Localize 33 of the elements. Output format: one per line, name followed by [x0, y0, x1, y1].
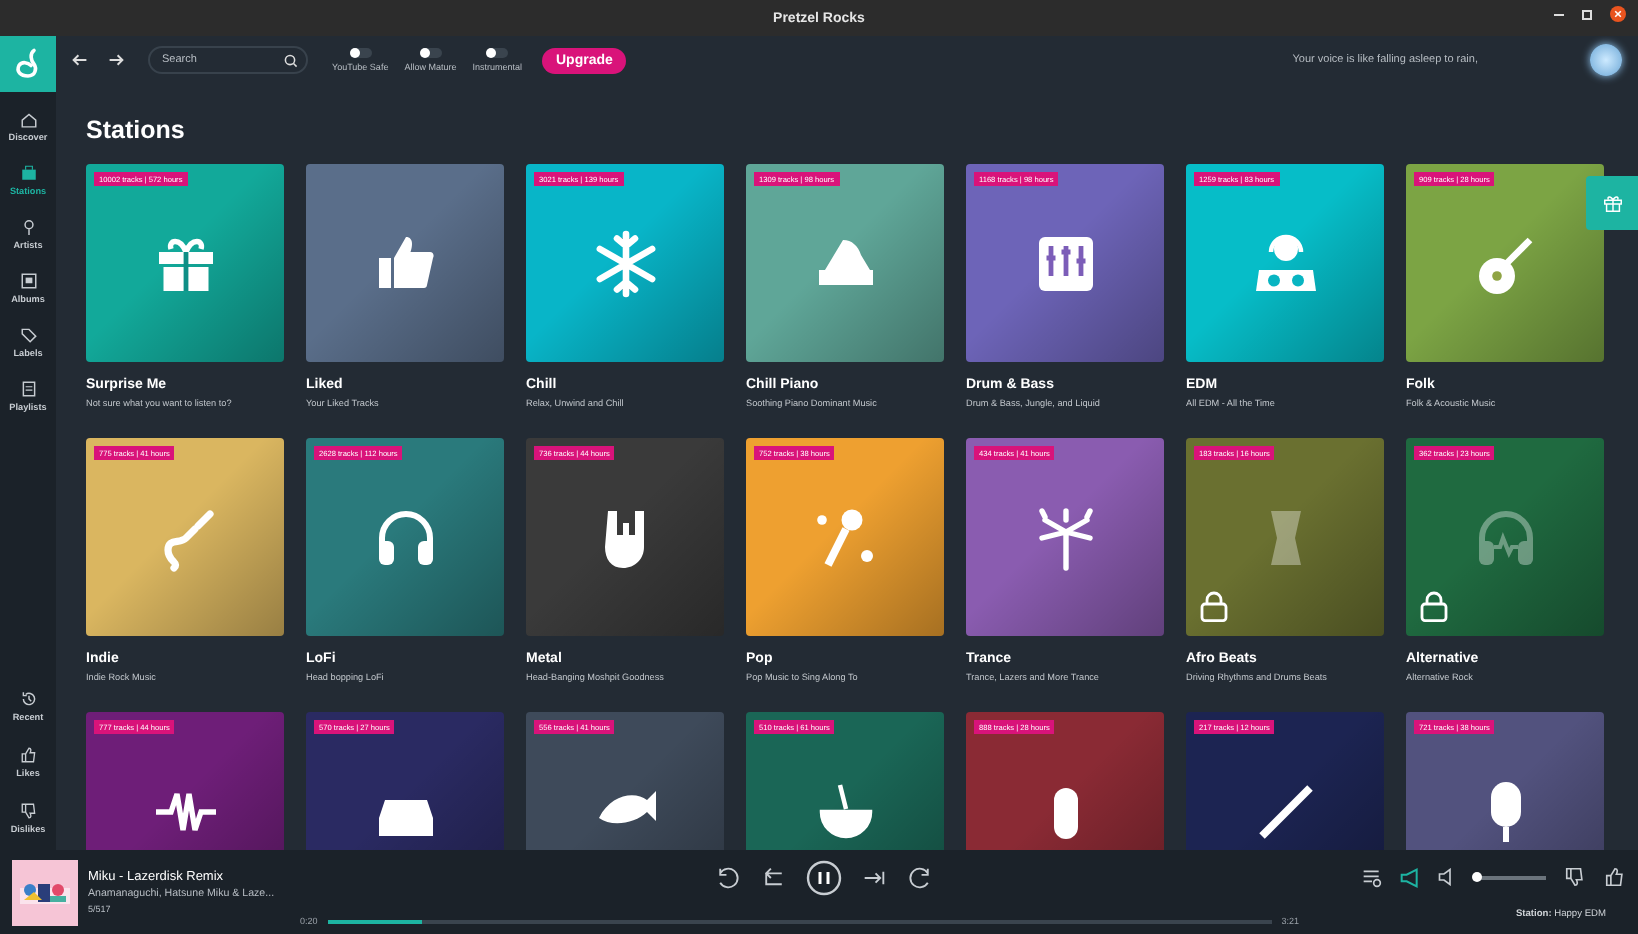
arrow-right-icon	[108, 52, 124, 68]
thumbs-down-icon[interactable]	[1564, 866, 1586, 888]
toggle-switch[interactable]	[486, 48, 509, 58]
album-icon	[19, 272, 37, 290]
thumbs-up-icon	[19, 746, 37, 764]
pause-button[interactable]	[806, 860, 842, 896]
home-icon	[19, 110, 37, 128]
maximize-icon[interactable]	[1582, 9, 1592, 19]
pause-icon	[806, 860, 842, 896]
rewind-button[interactable]	[714, 864, 742, 892]
station-card[interactable]	[306, 164, 504, 362]
briefcase-icon	[19, 164, 37, 182]
thumbs-up-icon[interactable]	[1604, 866, 1626, 888]
megaphone-icon[interactable]	[1400, 867, 1420, 887]
forward-icon	[906, 864, 934, 892]
search-icon	[284, 53, 298, 67]
forward-button[interactable]	[906, 864, 934, 892]
close-icon[interactable]	[1610, 6, 1626, 22]
gift-icon	[1601, 192, 1623, 214]
queue-icon[interactable]	[1362, 867, 1382, 887]
arrow-left-icon	[72, 52, 88, 68]
toggle-switch[interactable]	[419, 48, 442, 58]
lock-icon	[1200, 590, 1228, 622]
volume-icon[interactable]	[1438, 868, 1456, 886]
history-icon	[19, 690, 37, 708]
list-icon	[19, 380, 37, 398]
avatar[interactable]	[1590, 44, 1622, 76]
lock-icon	[1420, 590, 1448, 622]
tag-icon	[19, 326, 37, 344]
toggle-switch[interactable]	[349, 48, 372, 58]
page-title: Stations	[86, 116, 187, 144]
thumbs-down-icon	[19, 802, 37, 820]
rewind-icon	[714, 864, 742, 892]
